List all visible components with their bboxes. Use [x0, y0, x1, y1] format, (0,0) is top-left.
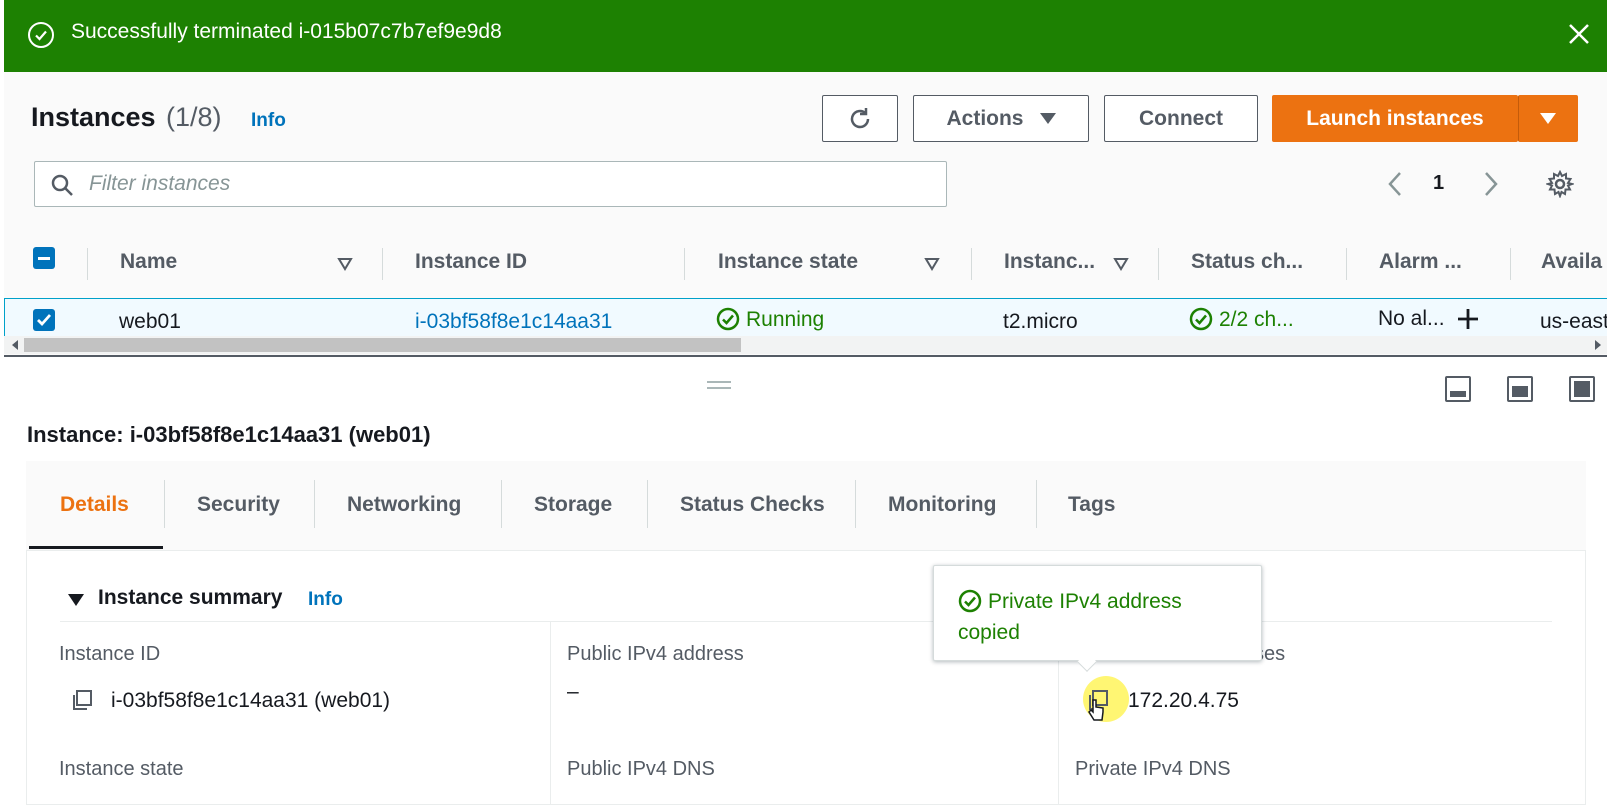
connect-label: Connect	[1139, 106, 1223, 130]
launch-dropdown-button[interactable]	[1518, 95, 1578, 142]
column-divider	[550, 622, 551, 805]
sort-icon[interactable]	[337, 257, 353, 271]
section-info-link[interactable]: Info	[308, 589, 343, 611]
actions-button[interactable]: Actions	[913, 95, 1089, 142]
split-bottom-full-icon[interactable]	[1569, 376, 1595, 402]
column-divider	[684, 248, 685, 280]
state-label: Running	[746, 308, 825, 331]
copied-popover: Private IPv4 address copied	[933, 565, 1262, 672]
filter-box	[34, 161, 947, 207]
scroll-left-icon[interactable]	[12, 340, 18, 350]
row-checkbox[interactable]	[33, 309, 55, 331]
flash-message: Successfully terminated i-015b07c7b7ef9e…	[71, 20, 502, 43]
column-divider	[971, 248, 972, 280]
refresh-button[interactable]	[822, 95, 898, 142]
cell-status-check[interactable]: 2/2 ch...	[1189, 307, 1294, 332]
column-header-instance-type[interactable]: Instanc...	[1004, 250, 1095, 274]
tab-divider	[855, 480, 856, 528]
private-dns-label: Private IPv4 DNS	[1075, 758, 1231, 780]
flash-banner: Successfully terminated i-015b07c7b7ef9e…	[4, 0, 1607, 72]
split-divider	[4, 355, 1607, 357]
tab-monitoring[interactable]: Monitoring	[888, 493, 996, 517]
refresh-icon	[850, 107, 870, 128]
column-divider	[1158, 248, 1159, 280]
tab-divider	[164, 480, 165, 528]
instance-id-label: Instance ID	[59, 643, 161, 665]
info-link[interactable]: Info	[251, 110, 286, 132]
caret-down-icon	[1039, 113, 1056, 124]
instance-id-value: i-03bf58f8e1c14aa31 (web01)	[111, 689, 391, 712]
next-page-icon[interactable]	[1478, 169, 1502, 199]
tab-tags[interactable]: Tags	[1068, 493, 1115, 517]
column-divider	[1346, 248, 1347, 280]
column-divider	[382, 248, 383, 280]
section-divider	[60, 621, 1552, 622]
caret-down-icon	[1540, 113, 1556, 124]
popover-text: Private IPv4 address copied	[958, 590, 1182, 644]
instance-count: (1/8)	[166, 102, 222, 132]
tab-details[interactable]: Details	[60, 493, 129, 517]
resize-handle[interactable]	[707, 381, 731, 389]
tab-status-checks[interactable]: Status Checks	[680, 493, 825, 517]
check-circle-icon	[1189, 307, 1213, 331]
column-header-instance-state[interactable]: Instance state	[718, 250, 858, 274]
cell-alarm: No al...	[1378, 307, 1445, 330]
add-alarm-icon[interactable]	[1456, 307, 1480, 331]
column-header-availability-zone[interactable]: Availa	[1541, 250, 1602, 274]
page-title: Instances	[31, 102, 156, 132]
sort-icon[interactable]	[1113, 257, 1129, 271]
public-ipv4-label: Public IPv4 address	[567, 643, 744, 665]
column-header-name[interactable]: Name	[120, 250, 177, 274]
previous-page-icon[interactable]	[1384, 169, 1408, 199]
cell-availability-zone: us-east	[1540, 310, 1607, 333]
horizontal-scrollbar[interactable]	[4, 336, 1607, 354]
status-check-label: 2/2 ch...	[1219, 308, 1294, 331]
split-bottom-small-icon[interactable]	[1445, 376, 1471, 402]
public-ipv4-value: –	[567, 680, 579, 703]
launch-label: Launch instances	[1306, 106, 1484, 130]
tab-storage[interactable]: Storage	[534, 493, 612, 517]
column-header-status-check[interactable]: Status ch...	[1191, 250, 1303, 274]
tab-security[interactable]: Security	[197, 493, 280, 517]
tab-divider	[1036, 480, 1037, 528]
sort-icon[interactable]	[924, 257, 940, 271]
pointer-cursor-icon	[1088, 699, 1104, 721]
public-dns-label: Public IPv4 DNS	[567, 758, 715, 780]
gear-icon[interactable]	[1546, 170, 1574, 198]
check-circle-icon	[28, 22, 54, 48]
actions-label: Actions	[946, 106, 1024, 130]
active-tab-indicator	[29, 546, 163, 549]
tab-divider	[647, 480, 648, 528]
check-circle-icon	[958, 589, 982, 613]
scrollbar-thumb[interactable]	[24, 338, 741, 352]
cell-name: web01	[119, 310, 181, 333]
close-icon[interactable]	[1565, 20, 1593, 48]
filter-instances-input[interactable]	[89, 168, 929, 200]
scroll-right-icon[interactable]	[1595, 340, 1601, 350]
collapse-caret-icon[interactable]	[68, 594, 84, 606]
check-circle-icon	[716, 307, 740, 331]
page-number[interactable]: 1	[1433, 172, 1444, 195]
private-ipv4-value: 172.20.4.75	[1128, 689, 1239, 712]
launch-instances-button[interactable]: Launch instances	[1272, 95, 1518, 142]
column-header-instance-id[interactable]: Instance ID	[415, 250, 527, 274]
cell-instance-state: Running	[716, 307, 824, 332]
instance-details-title: Instance: i-03bf58f8e1c14aa31 (web01)	[27, 422, 431, 447]
connect-button[interactable]: Connect	[1104, 95, 1258, 142]
instance-state-label: Instance state	[59, 758, 184, 780]
instance-id-link[interactable]: i-03bf58f8e1c14aa31	[415, 310, 612, 334]
split-bottom-medium-icon[interactable]	[1507, 376, 1533, 402]
popover-message: Private IPv4 address copied	[958, 586, 1248, 648]
tab-divider	[314, 480, 315, 528]
column-divider	[1510, 248, 1511, 280]
tab-networking[interactable]: Networking	[347, 493, 461, 517]
section-title[interactable]: Instance summary	[98, 586, 282, 610]
cell-instance-type: t2.micro	[1003, 310, 1078, 333]
column-header-alarm[interactable]: Alarm ...	[1379, 250, 1462, 274]
column-divider	[87, 248, 88, 280]
tab-divider	[501, 480, 502, 528]
select-all-checkbox[interactable]	[33, 247, 55, 269]
copy-icon[interactable]	[70, 688, 94, 712]
search-icon	[51, 174, 73, 196]
